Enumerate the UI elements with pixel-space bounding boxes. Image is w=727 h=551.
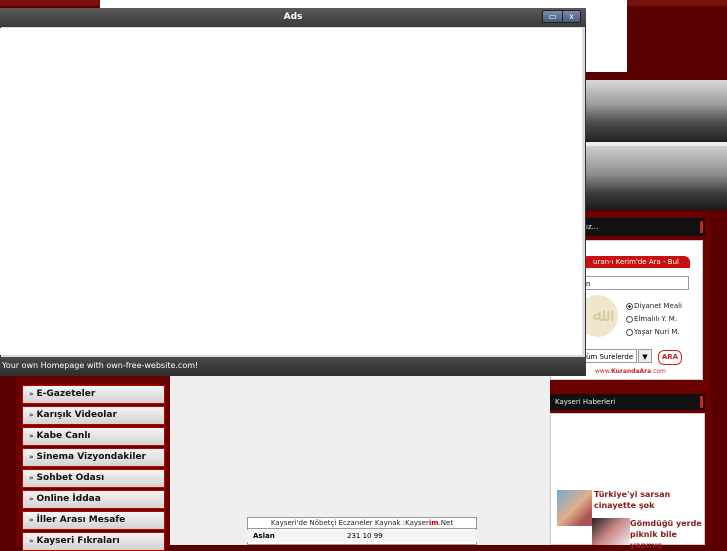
title-red: im [428,519,439,527]
news-headline-link[interactable]: Türkiye'yi sarsan cinayette şok [594,489,702,511]
arrow-icon: » [29,495,34,503]
menu-item-label: Sohbet Odası [36,473,105,483]
ads-content-area [0,28,582,355]
radio-label: Elmalılı Y. M. [634,315,678,323]
menu-item-label: Kabe Canlı [36,431,91,441]
nobetci-eczane-title: Kayseri'de Nöbetçi Eczaneler Kaynak :Kay… [247,517,477,529]
menu-item-kabe-canli[interactable]: » Kabe Canlı [22,427,165,446]
radio-diyanet-meali[interactable]: Diyanet Meali [626,302,682,310]
arrow-icon: » [29,537,34,545]
news-thumbnail[interactable] [592,518,630,545]
radio-empty-icon [626,328,633,336]
radio-label: Yaşar Nuri M. [634,328,680,336]
url-brand: KurandaAra [611,368,652,375]
quran-search-banner: uran-ı Kerim'de Ara - Bul [582,256,690,268]
kayseri-panorama-image [585,80,727,210]
ads-status-bar[interactable]: Your own Homepage with own-free-website.… [0,357,586,376]
news-header: Kayseri Haberleri [550,394,705,410]
radio-elmalili[interactable]: Elmalılı Y. M. [626,315,677,323]
arrow-icon: » [29,390,34,398]
title-prefix: Kayseri'de Nöbetçi Eczaneler Kaynak :Kay… [270,519,429,527]
menu-item-iller-arasi-mesafe[interactable]: » İller Arası Mesafe [22,511,165,530]
menu-item-label: Online İddaa [36,494,101,504]
quran-search-input[interactable]: n [585,276,689,290]
pharmacy-name: Aslan [253,532,275,540]
news-header-label: Kayseri Haberleri [555,398,616,406]
kurandaara-link[interactable]: www.KurandaAra.com [595,368,666,375]
radio-label: Diyanet Meali [634,302,683,310]
menu-item-label: Karışık Videolar [36,410,117,420]
arrow-icon: » [29,411,34,419]
menu-item-sinema[interactable]: » Sinema Vizyondakiler [22,448,165,467]
news-headline-link[interactable]: Gömdüğü yerde piknik bile yapmış [630,518,705,551]
close-button[interactable]: x [563,11,580,22]
radio-selected-icon [626,302,633,310]
menu-item-karisik-videolar[interactable]: » Karışık Videolar [22,406,165,425]
radio-yasar-nuri[interactable]: Yaşar Nuri M. [626,328,680,336]
arrow-icon: » [29,432,34,440]
arrow-icon: » [29,453,34,461]
menu-item-online-iddaa[interactable]: » Online İddaa [22,490,165,509]
ara-button[interactable]: ARA [658,350,682,365]
menu-item-kayseri-fikralari[interactable]: » Kayseri Fıkraları [22,532,165,551]
window-controls: ▭ x [542,10,581,23]
radio-empty-icon [626,315,633,323]
arrow-icon: » [29,474,34,482]
pharmacy-phone: 231 10 99 [347,532,383,540]
news-thumbnail[interactable] [557,490,592,526]
title-suffix: .Net [438,519,454,527]
menu-item-label: E-Gazeteler [36,389,96,399]
url-prefix: www. [595,368,612,375]
menu-item-sohbet-odasi[interactable]: » Sohbet Odası [22,469,165,488]
right-box-header-label: ız... [586,223,599,231]
chevron-down-icon[interactable]: ▼ [638,349,652,363]
arrow-icon: » [29,516,34,524]
minimize-button[interactable]: ▭ [543,11,563,22]
table-row: Aslan 231 10 99 [247,530,477,542]
menu-item-e-gazeteler[interactable]: » E-Gazeteler [22,385,165,404]
ads-window-title[interactable]: Ads [0,8,586,27]
url-suffix: .com [651,368,666,375]
sure-select[interactable]: üm Surelerde [585,349,637,363]
menu-item-label: İller Arası Mesafe [36,515,126,525]
menu-item-label: Sinema Vizyondakiler [36,452,146,462]
